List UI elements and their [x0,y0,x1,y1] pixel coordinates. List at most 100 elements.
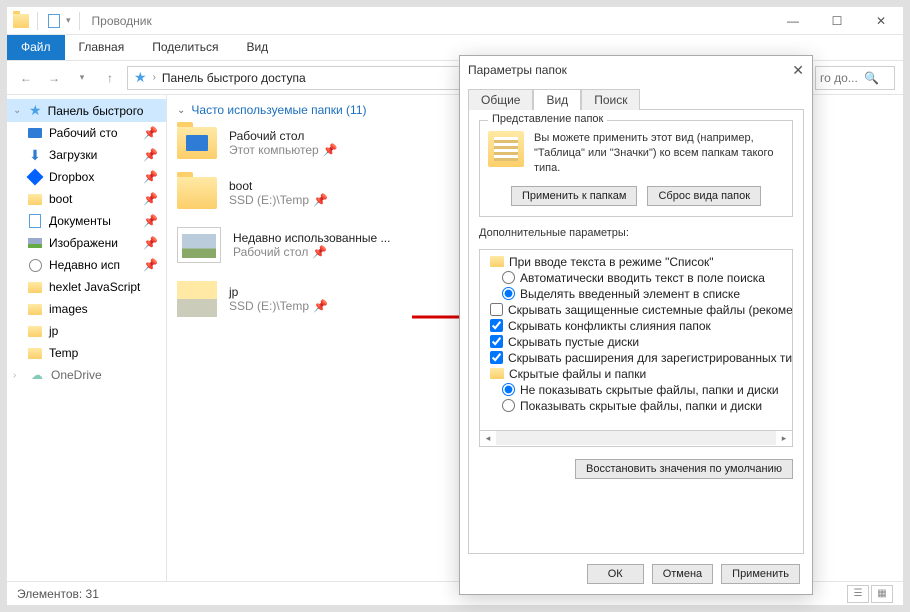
folder-thumb-icon [177,177,217,209]
pin-icon: 📌 [313,299,328,313]
qat-separator [37,12,38,30]
back-button[interactable]: ← [15,67,37,89]
quickaccess-icon: ★ [134,69,147,86]
tab-search[interactable]: Поиск [581,89,640,110]
pin-icon: 📌 [313,193,328,207]
tree-check[interactable]: Скрывать пустые диски [484,334,788,350]
sidebar-item-hexlet[interactable]: hexlet JavaScript [7,276,166,298]
advanced-label: Дополнительные параметры: [479,227,793,239]
pin-icon: 📌 [143,192,158,206]
recent-button[interactable]: ▾ [71,67,93,89]
tree-radio[interactable]: Не показывать скрытые файлы, папки и дис… [484,382,788,398]
sidebar-item-jp[interactable]: jp [7,320,166,342]
tab-share[interactable]: Поделиться [138,35,232,60]
pin-icon: 📌 [143,258,158,272]
radio-input[interactable] [502,399,515,412]
desktop-icon [28,128,42,138]
pin-icon: 📌 [143,236,158,250]
advanced-settings-tree[interactable]: При вводе текста в режиме "Список" Автом… [479,249,793,431]
forward-button[interactable]: → [43,67,65,89]
folder-icon [490,368,504,379]
qat-icon[interactable] [46,13,62,29]
minimize-button[interactable]: — [771,7,815,35]
folder-icon [28,282,42,293]
sidebar-item-boot[interactable]: boot📌 [7,188,166,210]
sidebar-item-pictures[interactable]: Изображени📌 [7,232,166,254]
download-icon: ⬇ [27,147,43,163]
folder-options-icon [488,131,524,167]
icons-view-button[interactable]: ▦ [871,585,893,603]
tree-radio[interactable]: Показывать скрытые файлы, папки и диски [484,398,788,414]
scroll-right-button[interactable]: ▸ [776,431,792,445]
sidebar-item-downloads[interactable]: ⬇Загрузки📌 [7,144,166,166]
dialog-tabs: Общие Вид Поиск [460,84,812,109]
pin-icon: 📌 [143,126,158,140]
titlebar: ▾ Проводник — ☐ ✕ [7,7,903,35]
address-path: Панель быстрого доступа [162,71,306,85]
sidebar-item-onedrive[interactable]: ›☁OneDrive [7,364,166,386]
tree-check[interactable]: Скрывать защищенные системные файлы (рек… [484,302,788,318]
tab-file[interactable]: Файл [7,35,65,60]
desktop-thumb-icon [177,127,217,159]
recent-icon [29,259,42,272]
radio-input[interactable] [502,383,515,396]
folder-icon [28,348,42,359]
window-title: Проводник [92,14,152,28]
tree-check[interactable]: Скрывать расширения для зарегистрированн… [484,350,788,366]
tab-view-dialog[interactable]: Вид [533,89,581,110]
search-icon[interactable]: 🔍 [864,71,879,85]
close-button[interactable]: ✕ [859,7,903,35]
folder-views-fieldset: Представление папок Вы можете применить … [479,120,793,217]
folder-icon [28,194,42,205]
document-icon [29,214,41,228]
group-title: Часто используемые папки (11) [191,103,366,117]
radio-input[interactable] [502,271,515,284]
sidebar-item-recent[interactable]: Недавно исп📌 [7,254,166,276]
star-icon: ★ [29,102,42,119]
dialog-footer: ОК Отмена Применить [460,554,812,594]
checkbox-input[interactable] [490,335,503,348]
scrollbar-track[interactable] [496,431,776,445]
search-input[interactable] [820,71,860,85]
fieldset-legend: Представление папок [488,113,607,125]
sidebar-item-desktop[interactable]: Рабочий сто📌 [7,122,166,144]
radio-input[interactable] [502,287,515,300]
app-icon [13,14,29,28]
sidebar-item-documents[interactable]: Документы📌 [7,210,166,232]
sidebar-item-dropbox[interactable]: Dropbox📌 [7,166,166,188]
tab-general[interactable]: Общие [468,89,533,110]
reset-folders-button[interactable]: Сброс вида папок [647,186,761,206]
checkbox-input[interactable] [490,351,503,364]
search-box[interactable]: 🔍 [815,66,895,90]
apply-to-folders-button[interactable]: Применить к папкам [511,186,638,206]
sidebar-item-temp[interactable]: Temp [7,342,166,364]
pin-icon: 📌 [323,143,338,157]
cancel-button[interactable]: Отмена [652,564,713,584]
pin-icon: 📌 [143,170,158,184]
qat-dropdown-icon[interactable]: ▾ [66,15,71,26]
checkbox-input[interactable] [490,303,503,316]
tab-view[interactable]: Вид [232,35,282,60]
folder-icon [28,304,42,315]
sidebar-item-images[interactable]: images [7,298,166,320]
chevron-right-icon: › [153,72,156,83]
details-view-button[interactable]: ☰ [847,585,869,603]
folder-thumb-icon [177,281,217,317]
restore-defaults-button[interactable]: Восстановить значения по умолчанию [575,459,793,479]
tree-radio[interactable]: Выделять введенный элемент в списке [484,286,788,302]
folder-icon [490,256,504,267]
ok-button[interactable]: ОК [587,564,644,584]
dialog-close-button[interactable]: ✕ [792,62,804,79]
chevron-down-icon: ⌄ [177,105,185,116]
sidebar-item-quickaccess[interactable]: ⌄★Панель быстрого [7,99,166,122]
tab-home[interactable]: Главная [65,35,139,60]
checkbox-input[interactable] [490,319,503,332]
apply-button[interactable]: Применить [721,564,800,584]
maximize-button[interactable]: ☐ [815,7,859,35]
tree-check[interactable]: Скрывать конфликты слияния папок [484,318,788,334]
up-button[interactable]: ↑ [99,67,121,89]
horizontal-scrollbar[interactable]: ◂ ▸ [479,431,793,447]
quick-access-toolbar: ▾ [7,12,84,30]
tree-radio[interactable]: Автоматически вводить текст в поле поиск… [484,270,788,286]
scroll-left-button[interactable]: ◂ [480,431,496,445]
